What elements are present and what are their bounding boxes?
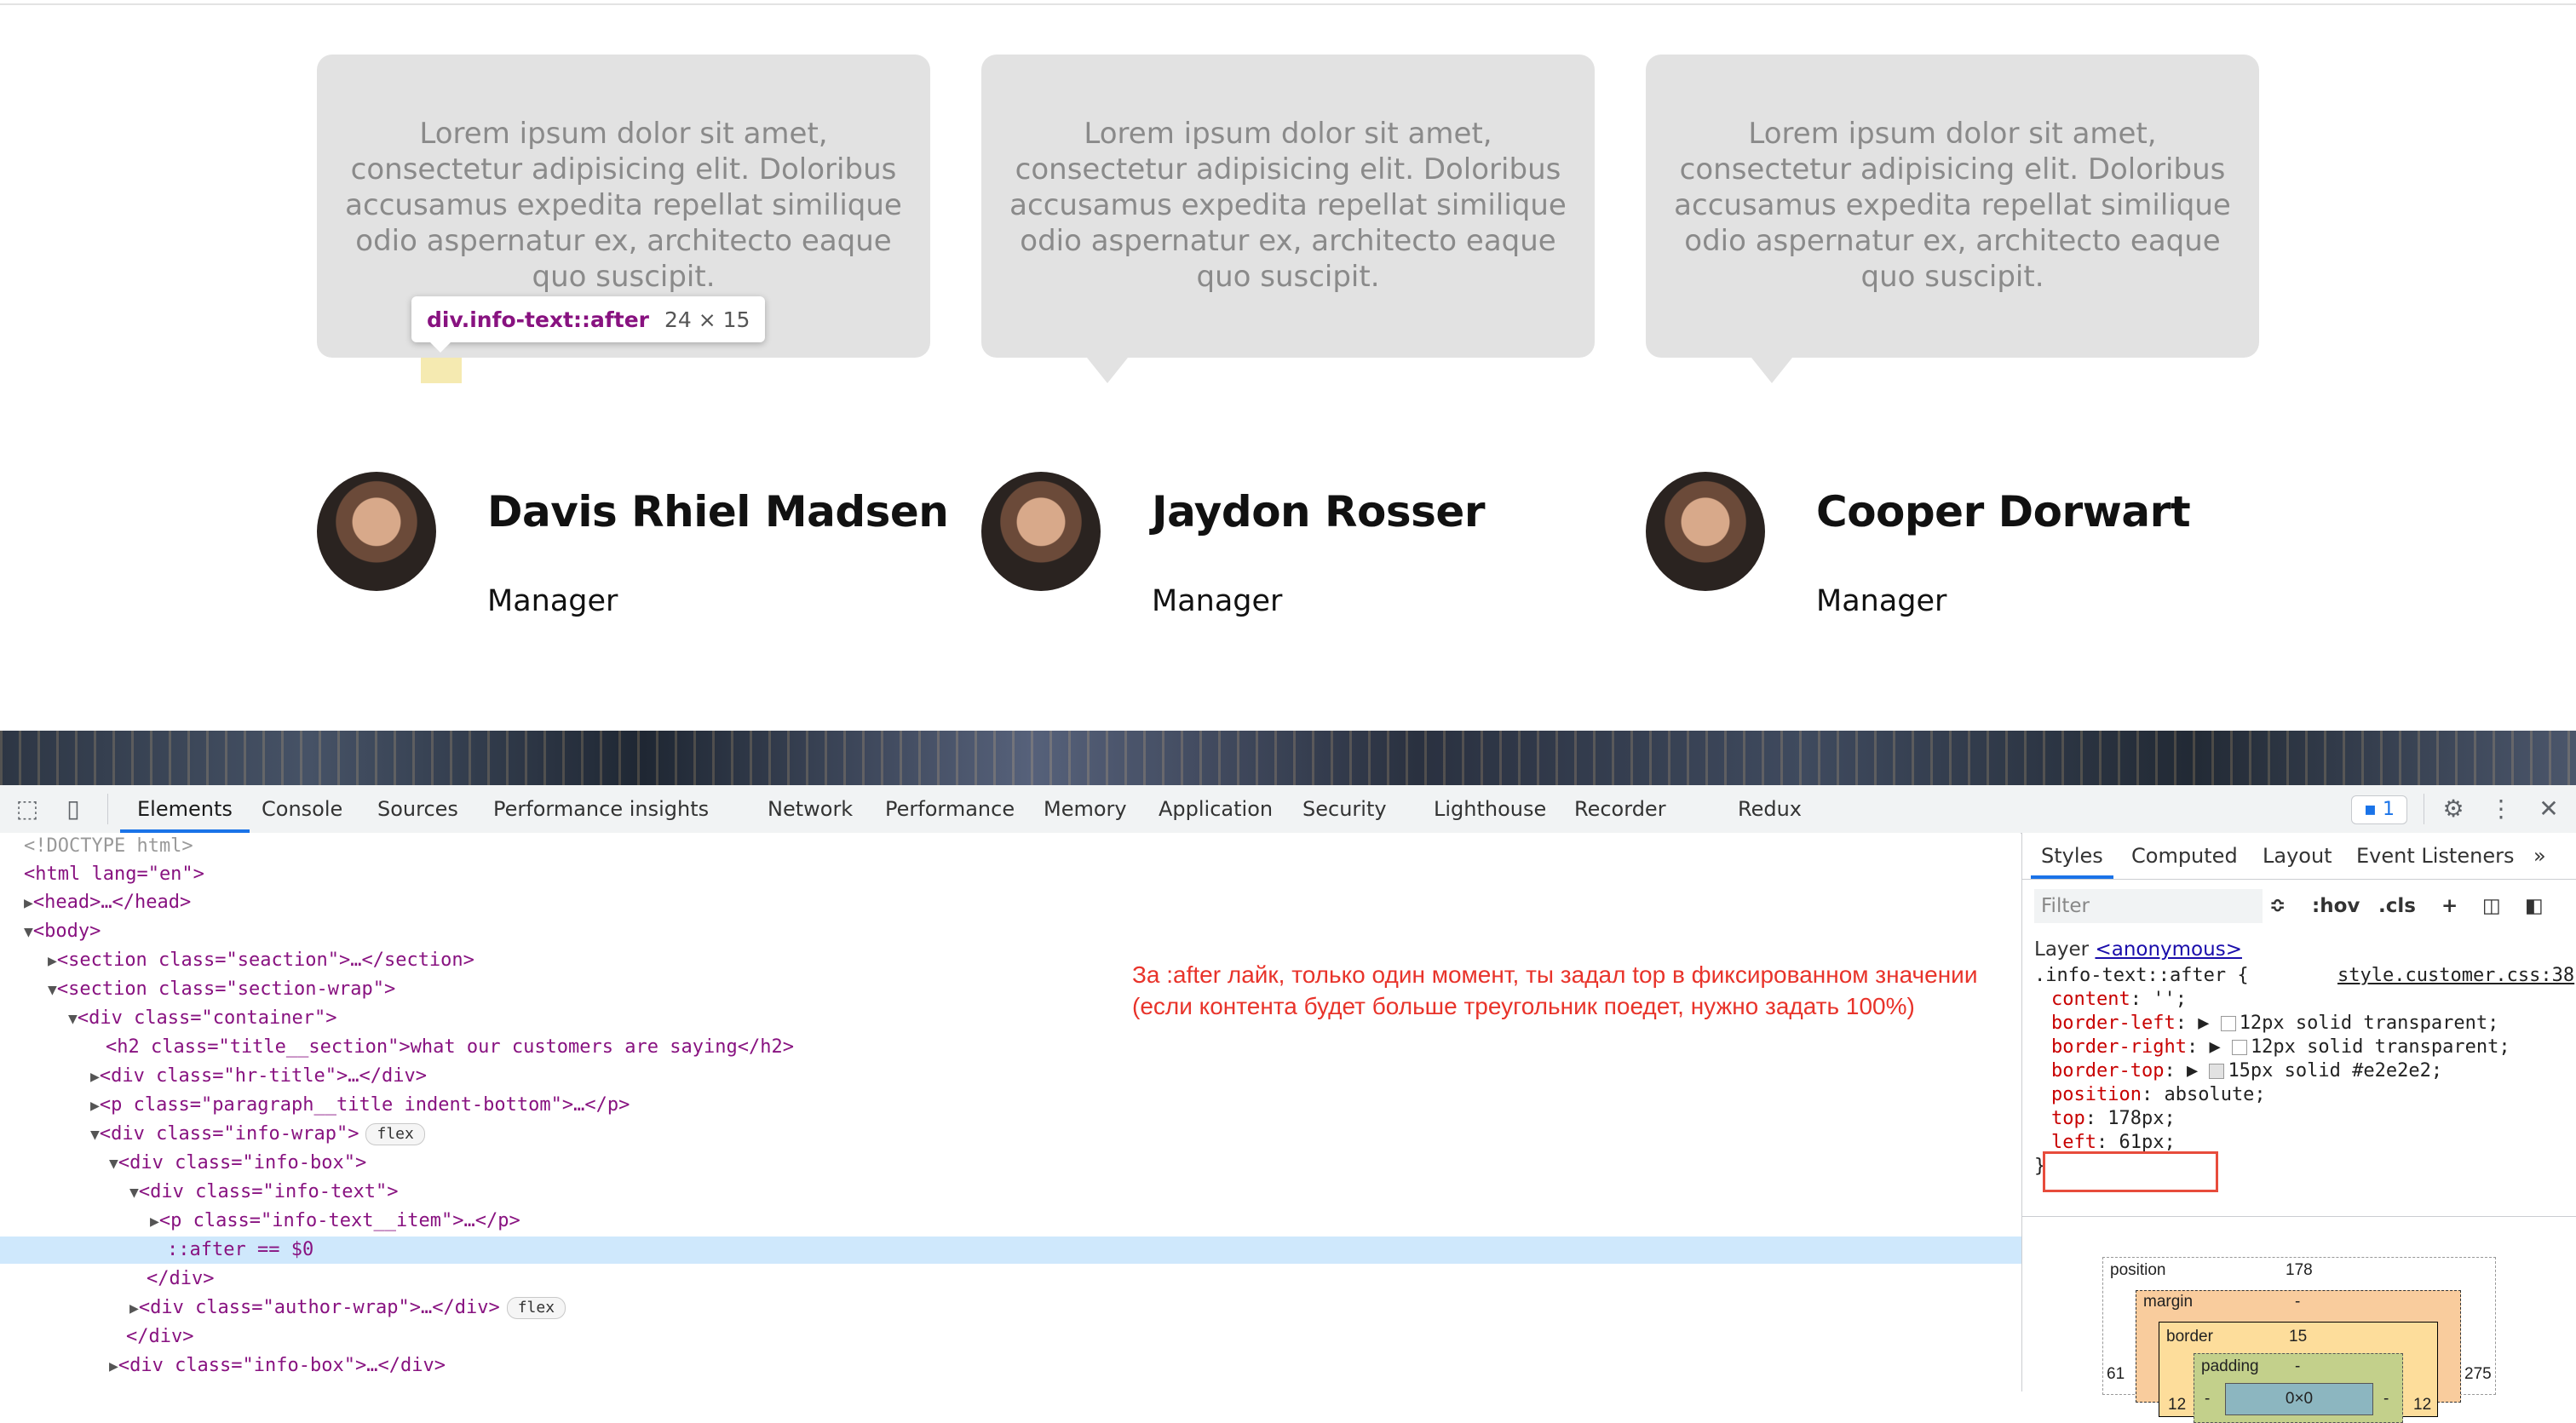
css-prop[interactable]: border-right: ▶ 12px solid transparent; (2051, 1036, 2510, 1059)
tree-line[interactable]: ▶<head>…</head> (0, 889, 2044, 916)
add-rule-icon[interactable]: + (2441, 889, 2458, 923)
author-name: Cooper Dorwart (1816, 487, 2191, 536)
css-prop[interactable]: content: ''; (2051, 988, 2187, 1012)
tab-sources[interactable]: Sources (377, 785, 458, 833)
css-prop[interactable]: position: absolute; (2051, 1083, 2266, 1107)
inspect-element-icon[interactable]: ⬚ (14, 795, 41, 823)
flex-badge[interactable]: flex (506, 1297, 566, 1319)
tab-layout[interactable]: Layout (2263, 833, 2332, 879)
review-comment: За :after лайк, только один момент, ты з… (1132, 961, 1978, 1019)
card-tail-triangle (1087, 358, 1128, 383)
tab-memory[interactable]: Memory (1044, 785, 1127, 833)
tree-line[interactable]: ▶<div class="author-wrap">…</div> flex (0, 1294, 2150, 1322)
css-prop[interactable]: border-top: ▶ 15px solid #e2e2e2; (2051, 1059, 2442, 1083)
testimonial-card: Lorem ipsum dolor sit amet, consectetur … (981, 55, 1595, 358)
hov-button[interactable]: :hov (2312, 889, 2360, 923)
testimonial-text: Lorem ipsum dolor sit amet, consectetur … (1009, 117, 1567, 294)
tab-lighthouse[interactable]: Lighthouse (1434, 785, 1546, 833)
rule-selector: .info-text::after { (2034, 965, 2249, 986)
author-avatar (317, 472, 436, 591)
elements-tree: <!DOCTYPE html> <html lang="en"> ▶<head>… (0, 833, 2188, 1391)
author-name: Jaydon Rosser (1152, 487, 1486, 536)
tree-line[interactable]: </div> (0, 1323, 2147, 1351)
tab-styles[interactable]: Styles (2031, 833, 2113, 879)
toggle-icon[interactable]: ≎ (2269, 889, 2286, 923)
author-name: Davis Rhiel Madsen (487, 487, 949, 536)
flex-badge[interactable]: flex (365, 1123, 425, 1145)
tree-line[interactable]: <html lang="en"> (0, 861, 2044, 888)
highlight-box (2043, 1151, 2218, 1192)
card-tail-triangle (1751, 358, 1792, 383)
devtools-panel: ⬚ ▯ Elements Console Sources Performance… (0, 785, 2576, 1423)
tab-computed[interactable]: Computed (2131, 833, 2238, 879)
tree-line[interactable]: <!DOCTYPE html> (0, 833, 2044, 860)
toolbar-separator (107, 794, 108, 824)
styles-tabs: Styles Computed Layout Event Listeners » (2022, 833, 2576, 880)
author-avatar (1646, 472, 1765, 591)
sidebar-toggle-icon[interactable]: ◧ (2525, 889, 2544, 923)
top-divider (0, 3, 2576, 5)
tree-line-selected[interactable]: ::after == $0 (0, 1237, 2188, 1264)
tree-line[interactable]: ▶<p class="paragraph__title indent-botto… (0, 1092, 2111, 1119)
tree-line[interactable]: ▶<p class="info-text__item">…</p> (0, 1208, 2171, 1235)
tab-elements[interactable]: Elements (120, 785, 250, 833)
more-options-icon[interactable]: ⋮ (2487, 795, 2515, 823)
tree-line[interactable]: <h2 class="title__section">what our cust… (0, 1034, 2126, 1061)
tree-line[interactable]: ▶<div class="info-box">…</div> (0, 1352, 2130, 1380)
tab-network[interactable]: Network (768, 785, 853, 833)
tooltip-size: 24 × 15 (664, 307, 750, 332)
box-model-content: 0×0 (2225, 1383, 2373, 1415)
author-role: Manager (1152, 584, 1283, 618)
page-viewport: Lorem ipsum dolor sit amet, consectetur … (0, 0, 2576, 731)
styles-filter-input[interactable]: Filter (2034, 889, 2263, 923)
tab-security[interactable]: Security (1302, 785, 1387, 833)
after-pseudo-highlight (421, 358, 462, 383)
rule-source-link[interactable]: style.customer.css:38 (2337, 964, 2574, 988)
tab-application[interactable]: Application (1159, 785, 1273, 833)
city-banner-image (0, 731, 2576, 785)
styles-pane: Styles Computed Layout Event Listeners »… (2021, 833, 2576, 1423)
tab-performance-insights[interactable]: Performance insights (493, 785, 709, 833)
box-model-margin: margin - border 15 12 12 padding - - - 0… (2136, 1290, 2461, 1423)
tree-line[interactable]: ▼<div class="info-wrap"> flex (0, 1121, 2111, 1148)
cls-button[interactable]: .cls (2378, 889, 2416, 923)
layer-line: Layer <anonymous> (2034, 938, 2242, 961)
box-model-diagram: position 178 61 275 margin - border 15 1… (2102, 1257, 2496, 1423)
tab-redux[interactable]: Redux (1738, 785, 1802, 833)
box-model-padding: padding - - - 0×0 (2194, 1353, 2403, 1423)
pane-divider (2022, 1216, 2576, 1217)
devtools-toolbar: ⬚ ▯ Elements Console Sources Performance… (0, 785, 2576, 834)
layer-link[interactable]: <anonymous> (2095, 938, 2242, 961)
author-role: Manager (487, 584, 618, 618)
device-toolbar-icon[interactable]: ▯ (60, 795, 87, 823)
paint-icon[interactable]: ◫ (2482, 889, 2501, 923)
tab-event-listeners[interactable]: Event Listeners (2356, 833, 2514, 879)
tree-line[interactable]: ▼<div class="info-box"> (0, 1150, 2130, 1177)
box-model-border: border 15 12 12 padding - - - 0×0 (2159, 1322, 2438, 1423)
author-avatar (981, 472, 1101, 591)
gear-icon[interactable]: ⚙ (2440, 795, 2467, 823)
issues-count: 1 (2382, 799, 2395, 820)
close-icon[interactable]: ✕ (2535, 795, 2562, 823)
testimonial-text: Lorem ipsum dolor sit amet, consectetur … (345, 117, 902, 294)
tab-performance[interactable]: Performance (885, 785, 1015, 833)
testimonial-text: Lorem ipsum dolor sit amet, consectetur … (1674, 117, 2231, 294)
tab-recorder[interactable]: Recorder (1574, 785, 1666, 833)
author-role: Manager (1816, 584, 1947, 618)
tree-line[interactable]: ▶<div class="hr-title">…</div> (0, 1063, 2111, 1090)
testimonial-card: Lorem ipsum dolor sit amet, consectetur … (1646, 55, 2259, 358)
tree-line[interactable]: ▼<div class="info-text"> (0, 1179, 2150, 1206)
tree-line[interactable]: </div> (0, 1265, 2167, 1293)
tooltip-selector: div.info-text::after (427, 307, 649, 332)
issues-badge[interactable]: ▪ 1 (2351, 795, 2407, 824)
css-prop-top[interactable]: top: 178px; (2051, 1107, 2176, 1131)
more-tabs-icon[interactable]: » (2533, 833, 2546, 879)
inspect-tooltip: div.info-text::after 24 × 15 (411, 296, 766, 353)
tab-console[interactable]: Console (262, 785, 342, 833)
css-prop[interactable]: border-left: ▶ 12px solid transparent; (2051, 1012, 2498, 1036)
tree-line[interactable]: ▼<body> (0, 918, 2044, 945)
